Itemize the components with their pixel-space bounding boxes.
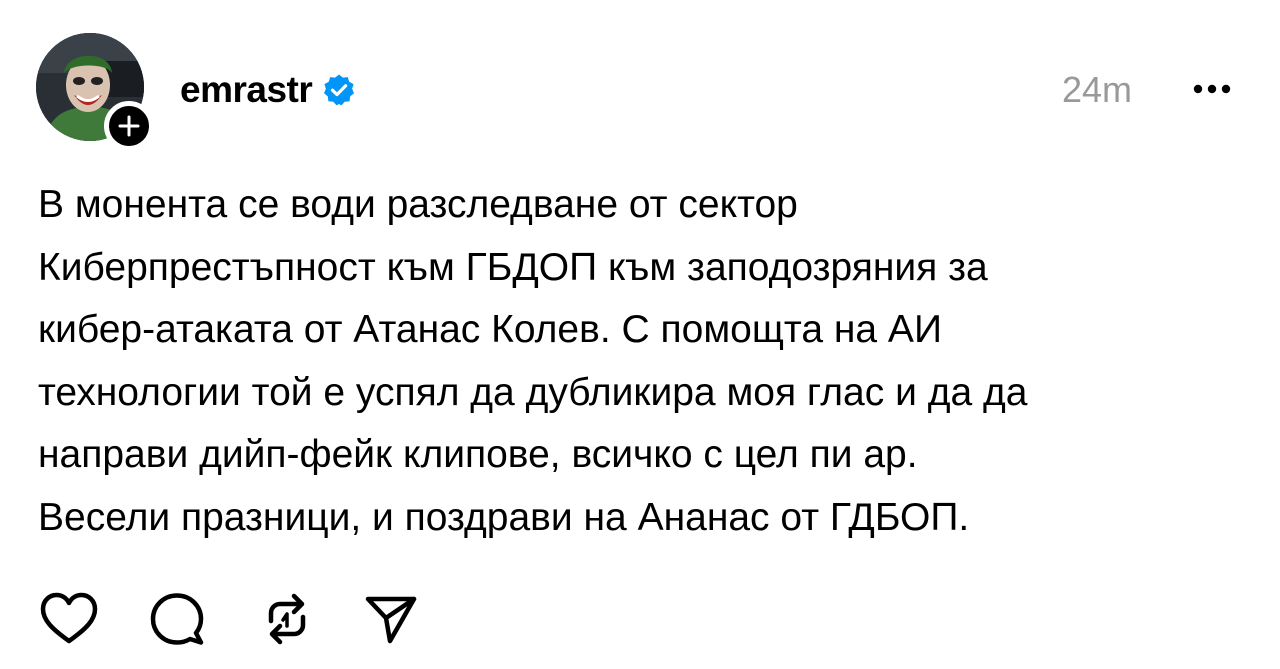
like-button[interactable] [38,588,100,650]
plus-icon [118,115,140,137]
share-button[interactable] [360,588,422,650]
follow-button[interactable] [104,101,154,151]
post-text-line: технологии той е успял да дубликира моя … [38,370,1028,414]
post-text-line: кибер-атаката от Атанас Колев. С помощта… [38,308,942,351]
post-text-line: В монента се води разследване от сектор [38,183,798,226]
heart-icon [40,592,98,644]
repost-button[interactable] [256,588,318,650]
repost-icon [268,593,306,645]
send-icon [365,596,417,644]
comment-icon [150,593,204,645]
more-icon [1193,84,1231,94]
reply-button[interactable] [146,588,208,650]
post-text-line: Киберпрестъпност към ГБДОП към заподозря… [38,245,988,289]
author-row: emrastr [180,68,356,112]
verified-badge-icon [322,73,356,107]
post-timestamp: 24m [1062,69,1133,110]
post-text-line: направи дийп-фейк клипове, всичко с цел … [38,433,918,476]
post-text-line: Весели празници, и поздрави на Ананас от… [38,495,970,539]
post-text: В монента се води разследване от сектор … [38,174,1258,549]
more-options-button[interactable] [1188,74,1236,104]
author-username[interactable]: emrastr [180,69,313,111]
author-avatar-container[interactable] [36,33,154,151]
